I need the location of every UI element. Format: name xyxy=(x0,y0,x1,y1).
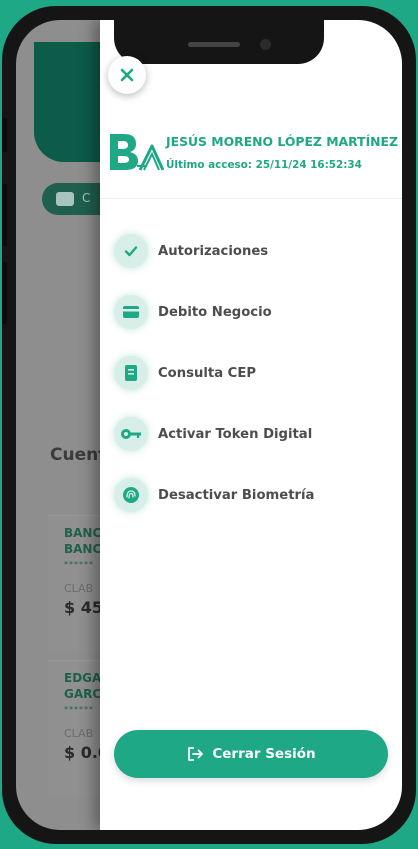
account-name-line1: BANC xyxy=(64,526,102,540)
close-icon xyxy=(120,68,134,82)
menu-item-label: Activar Token Digital xyxy=(158,426,313,442)
account-clabe-label: CLAB xyxy=(64,582,94,595)
logout-button[interactable]: Cerrar Sesión xyxy=(114,730,388,778)
menu-item-label: Autorizaciones xyxy=(158,243,269,259)
account-masked-number: ****** xyxy=(64,560,94,569)
cash-icon xyxy=(56,192,74,206)
menu-item-label: Consulta CEP xyxy=(158,365,257,381)
user-name: JESÚS MORENO LÓPEZ MARTÍNEZ xyxy=(166,134,398,149)
volume-down-button xyxy=(2,262,7,324)
account-name-line2: BANC xyxy=(64,542,102,556)
menu-item-consulta-cep[interactable]: Consulta CEP xyxy=(114,356,256,390)
card-icon xyxy=(114,295,148,329)
mute-switch xyxy=(2,118,7,152)
close-drawer-button[interactable] xyxy=(108,56,146,94)
document-icon xyxy=(114,356,148,390)
side-drawer: JESÚS MORENO LÓPEZ MARTÍNEZ Último acces… xyxy=(100,20,402,830)
account-name-line2: GARC xyxy=(64,687,102,701)
menu-item-label: Debito Negocio xyxy=(158,304,272,320)
header-divider xyxy=(100,198,402,199)
menu-item-autorizaciones[interactable]: Autorizaciones xyxy=(114,234,268,268)
account-masked-number: ****** xyxy=(64,705,94,714)
account-name-line1: EDGA xyxy=(64,671,102,685)
key-icon xyxy=(114,417,148,451)
speaker xyxy=(188,42,240,47)
background-chip-label: C xyxy=(82,191,91,205)
account-balance: $ 45 xyxy=(64,598,103,617)
volume-up-button xyxy=(2,184,7,246)
menu-item-desactivar-biometria[interactable]: Desactivar Biometría xyxy=(114,478,314,512)
logout-icon xyxy=(188,747,204,761)
bank-logo xyxy=(110,134,164,171)
phone-notch xyxy=(114,20,324,64)
menu-item-debito-negocio[interactable]: Debito Negocio xyxy=(114,295,272,329)
last-access: Último acceso: 25/11/24 16:52:34 xyxy=(166,159,362,171)
phone-frame: C Cuent BANC BANC ****** CLAB $ 45 EDGA … xyxy=(2,6,416,844)
logout-label: Cerrar Sesión xyxy=(212,746,316,762)
front-camera xyxy=(260,39,271,50)
menu-item-label: Desactivar Biometría xyxy=(158,487,315,503)
background-section-title: Cuent xyxy=(50,445,107,465)
menu-item-activar-token[interactable]: Activar Token Digital xyxy=(114,417,312,451)
check-icon xyxy=(114,234,148,268)
fingerprint-icon xyxy=(114,478,148,512)
account-clabe-label: CLAB xyxy=(64,727,94,740)
screen: C Cuent BANC BANC ****** CLAB $ 45 EDGA … xyxy=(16,20,402,830)
